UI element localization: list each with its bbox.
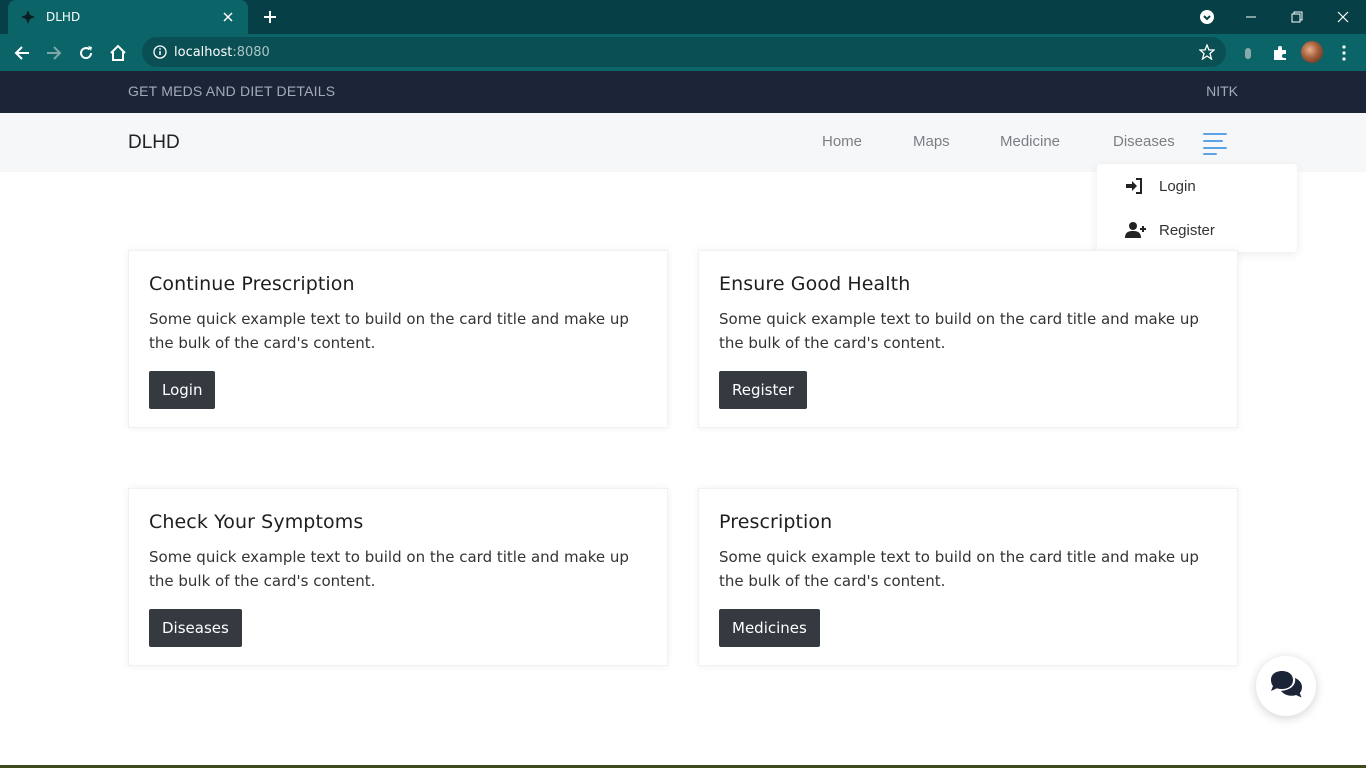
nav-medicine[interactable]: Medicine [1000,133,1060,150]
reload-icon[interactable] [72,39,100,67]
card-title: Continue Prescription [149,273,355,295]
url-host: localhost [174,44,233,60]
card-text: Some quick example text to build on the … [149,310,629,352]
comments-icon [1268,669,1304,703]
address-bar[interactable]: localhost:8080 [142,37,1226,67]
nav-home[interactable]: Home [822,133,862,150]
user-plus-icon [1125,221,1147,239]
chat-button[interactable] [1256,656,1316,716]
tab-close-icon[interactable] [220,9,236,25]
register-button[interactable]: Register [719,371,807,409]
card-ensure-good-health: Ensure Good Health Some quick example te… [698,250,1238,428]
bookmark-star-icon[interactable] [1198,43,1216,61]
back-icon[interactable] [8,39,36,67]
card-title: Ensure Good Health [719,273,911,295]
site-info-icon[interactable] [152,44,168,60]
browser-menu-icon[interactable] [1334,43,1354,63]
card-prescription: Prescription Some quick example text to … [698,488,1238,666]
extensions-puzzle-icon[interactable] [1270,43,1290,63]
nav-maps[interactable]: Maps [913,133,950,150]
login-button[interactable]: Login [149,371,216,409]
medicines-button[interactable]: Medicines [719,609,820,647]
profile-avatar[interactable] [1301,41,1323,63]
sign-in-icon [1125,177,1147,195]
new-tab-icon[interactable] [258,6,282,28]
card-check-symptoms: Check Your Symptoms Some quick example t… [128,488,668,666]
close-window-icon[interactable] [1320,0,1366,34]
card-text: Some quick example text to build on the … [719,310,1199,352]
extension-icon[interactable] [1238,43,1258,63]
hamburger-menu-icon[interactable] [1203,131,1231,155]
favicon-icon [20,9,36,25]
card-title: Prescription [719,511,833,533]
nav-diseases[interactable]: Diseases [1113,133,1175,150]
org-name: NITK [1206,83,1238,99]
page-top-bar: GET MEDS AND DIET DETAILS NITK [0,71,1366,113]
dropdown-register[interactable]: Register [1125,221,1215,239]
browser-toolbar: localhost:8080 [0,34,1366,71]
home-icon[interactable] [104,39,132,67]
url-port: :8080 [232,44,270,60]
card-continue-prescription: Continue Prescription Some quick example… [128,250,668,428]
brand-logo[interactable]: DLHD [128,132,180,154]
card-title: Check Your Symptoms [149,511,364,533]
dropdown-register-label: Register [1159,221,1215,239]
dropdown-login-label: Login [1159,177,1196,195]
restore-icon[interactable] [1274,0,1320,34]
card-text: Some quick example text to build on the … [719,548,1199,590]
account-dropdown: Login Register [1097,164,1297,252]
browser-tab-bar: DLHD [0,0,1366,34]
card-text: Some quick example text to build on the … [149,548,629,590]
tab-search-icon[interactable] [1196,6,1218,28]
dropdown-login[interactable]: Login [1125,177,1196,195]
diseases-button[interactable]: Diseases [149,609,242,647]
tagline: GET MEDS AND DIET DETAILS [128,83,336,99]
tab-title: DLHD [46,10,81,24]
minimize-icon[interactable] [1228,0,1274,34]
forward-icon[interactable] [40,39,68,67]
browser-tab[interactable]: DLHD [8,0,248,34]
